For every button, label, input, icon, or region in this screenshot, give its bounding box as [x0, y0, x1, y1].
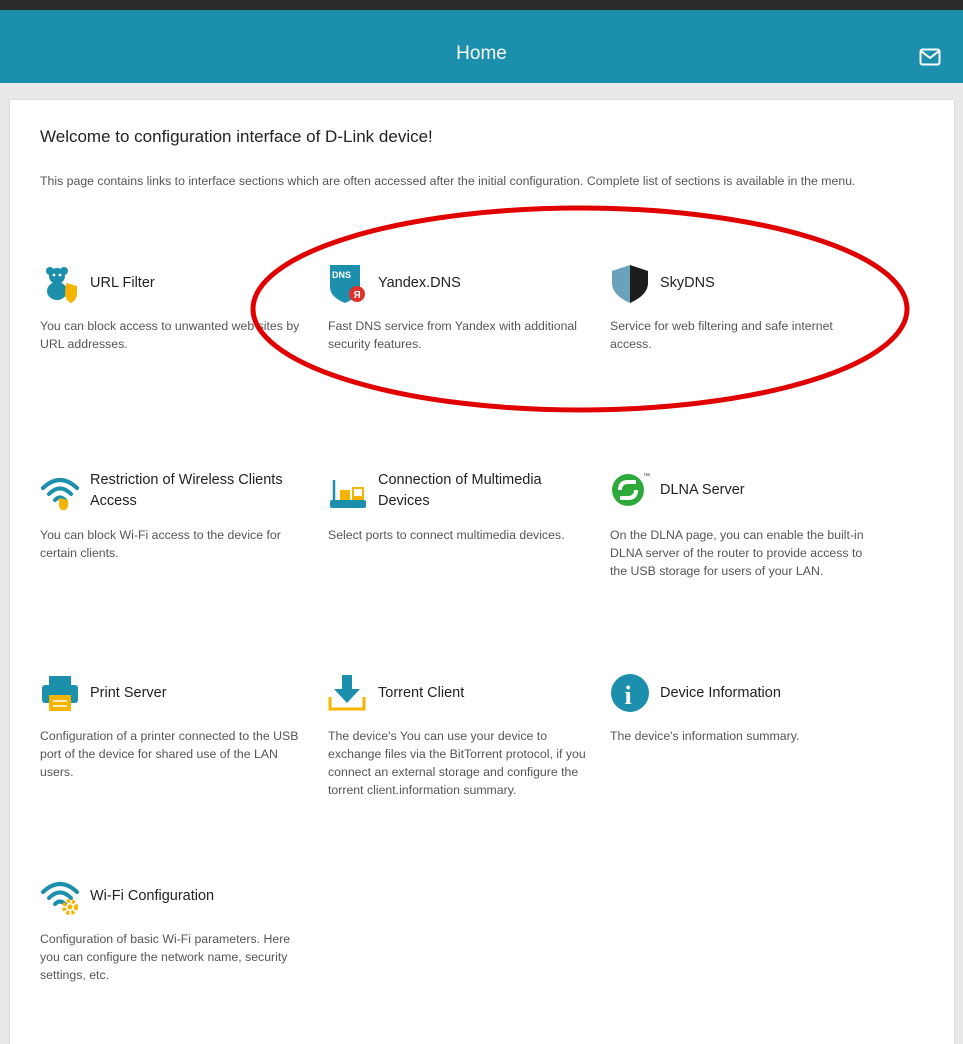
card-description: On the DLNA page, you can enable the bui…	[610, 528, 864, 578]
welcome-description: This page contains links to interface se…	[40, 174, 856, 188]
svg-text:DNS: DNS	[332, 270, 351, 280]
svg-text:i: i	[625, 681, 632, 710]
card-title[interactable]: Restriction of Wireless Clients Access	[90, 470, 300, 512]
card-description: Fast DNS service from Yandex with additi…	[328, 319, 578, 351]
info-icon: i	[611, 674, 649, 712]
card-description: Configuration of basic Wi-Fi parameters.…	[40, 932, 291, 982]
teddy-shield-icon	[46, 267, 77, 303]
card-title[interactable]: URL Filter	[90, 273, 155, 294]
svg-text:Я: Я	[354, 290, 361, 301]
card-description: The device's information summary.	[610, 729, 800, 743]
shield-icon	[612, 265, 648, 303]
card-title[interactable]: Connection of Multimedia Devices	[378, 470, 588, 512]
card-title[interactable]: Yandex.DNS	[378, 273, 461, 294]
card-title[interactable]: DLNA Server	[660, 480, 745, 501]
card-description: Service for web filtering and safe inter…	[610, 319, 833, 351]
top-strip	[0, 0, 963, 10]
content-panel: Welcome to configuration interface of D-…	[10, 100, 954, 1044]
card-title[interactable]: Wi-Fi Configuration	[90, 886, 214, 907]
card-description: Configuration of a printer connected to …	[40, 729, 299, 779]
svg-text:™: ™	[643, 473, 650, 480]
card-title[interactable]: Torrent Client	[378, 683, 464, 704]
yandex-dns-icon: DNS Я	[330, 265, 365, 303]
card-title[interactable]: Device Information	[660, 683, 781, 704]
welcome-heading: Welcome to configuration interface of D-…	[40, 127, 433, 146]
router-media-icon	[330, 480, 366, 508]
page-title: Home	[456, 43, 507, 64]
card-description: You can block access to unwanted web sit…	[40, 319, 300, 351]
card-description: The device's You can use your device to …	[328, 729, 586, 797]
card-title[interactable]: Print Server	[90, 683, 167, 704]
header-bar: Home	[0, 10, 963, 83]
download-icon	[328, 675, 366, 711]
wifi-shield-icon	[41, 478, 79, 510]
printer-icon	[42, 676, 78, 711]
card-description: Select ports to connect multimedia devic…	[328, 528, 565, 542]
dlna-icon: ™	[612, 473, 650, 506]
card-description: You can block Wi-Fi access to the device…	[40, 528, 281, 560]
mail-icon[interactable]	[919, 48, 941, 66]
card-title[interactable]: SkyDNS	[660, 273, 715, 294]
wifi-gear-icon	[41, 882, 79, 915]
